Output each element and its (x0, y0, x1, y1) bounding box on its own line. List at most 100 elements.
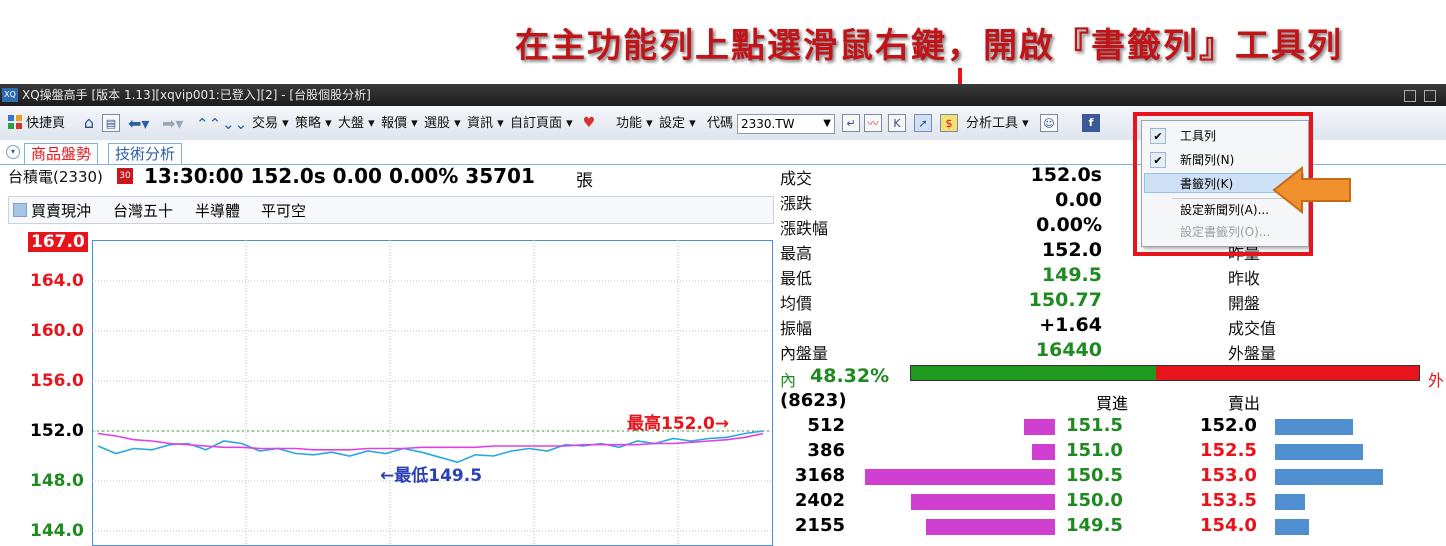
code-input[interactable]: 2330.TW ▼ (737, 114, 835, 134)
quote-time: 13:30:00 (144, 164, 244, 188)
attribute-bar: 買賣現沖 台灣五十 半導體 平可空 (8, 196, 774, 224)
menu-market[interactable]: 大盤 ▾ (338, 115, 375, 133)
y-tick: 160.0 (30, 321, 84, 341)
analysis-tools-menu[interactable]: 分析工具 ▾ (966, 115, 1029, 133)
bid-volume: 512 (807, 415, 845, 436)
back-arrow-icon[interactable]: ⬅▾ (128, 115, 149, 133)
facebook-icon[interactable]: f (1082, 114, 1100, 132)
favorite-icon[interactable]: ♥ (580, 114, 598, 132)
quick-page-button[interactable]: 快捷頁 (26, 115, 65, 133)
stock-summary: 13:30:00 152.0s 0.00 0.00% 35701 (144, 164, 535, 188)
quote-label: 均價 (780, 294, 813, 313)
menu-trade[interactable]: 交易 ▾ (252, 115, 289, 133)
inner-fill (911, 366, 1157, 380)
cursor-icon[interactable]: ➚ (914, 114, 932, 132)
quote-label: 開盤 (1228, 294, 1261, 313)
window-title-bar: XQ XQ操盤高手 [版本 1.13][xqvip001:已登入][2] - [… (0, 84, 1446, 106)
window-title: XQ操盤高手 [版本 1.13][xqvip001:已登入][2] - [台股個… (22, 88, 371, 102)
attribute-tag: 台灣五十 (113, 202, 174, 220)
quote-label: 成交值 (1228, 319, 1277, 338)
menu-strategy[interactable]: 策略 ▾ (295, 115, 332, 133)
user-icon[interactable]: ☺ (1040, 114, 1058, 132)
ask-volume-bar (1275, 469, 1383, 485)
code-value: 2330.TW (741, 117, 795, 131)
checkbox-icon[interactable] (13, 203, 27, 217)
menu-label: 選股 (424, 116, 451, 131)
quote-value: 0.00 (1055, 189, 1102, 211)
bid-price: 151.5 (1066, 415, 1123, 436)
quote-label: 昨收 (1228, 269, 1261, 288)
intraday-chart: 最高152.0→ ←最低149.5 (92, 240, 773, 546)
bid-price: 151.0 (1066, 440, 1123, 461)
page-up-icon[interactable]: ⌃⌃ (196, 115, 221, 133)
restore-icon[interactable] (1424, 90, 1436, 102)
bid-volume-bar (1024, 419, 1055, 435)
enter-icon[interactable]: ↵ (842, 114, 860, 132)
quote-change: 0.00 (332, 164, 382, 188)
minimize-icon[interactable] (1404, 90, 1416, 102)
quote-value: +1.64 (1039, 314, 1102, 336)
tab-overview[interactable]: 商品盤勢 (24, 143, 99, 164)
menu-custom-page[interactable]: 自訂頁面 ▾ (510, 115, 573, 133)
attribute-tag: 半導體 (195, 202, 241, 220)
stock-name: 台積電(2330) (8, 168, 103, 186)
inner-label: 內 (780, 371, 797, 390)
y-tick: 164.0 (30, 271, 84, 291)
ask-price: 152.0 (1200, 415, 1257, 436)
ask-price: 153.5 (1200, 490, 1257, 511)
line-chart-icon[interactable]: 〰 (864, 114, 882, 132)
attribute-tag: 平可空 (261, 202, 307, 220)
menu-settings[interactable]: 設定 ▾ (659, 115, 696, 133)
ask-price: 154.0 (1200, 515, 1257, 536)
menu-function[interactable]: 功能 ▾ (616, 115, 653, 133)
dollar-icon[interactable]: $ (940, 114, 958, 132)
y-tick: 152.0 (30, 421, 84, 441)
quote-label: 漲跌幅 (780, 219, 829, 238)
bid-volume: 2402 (794, 490, 845, 511)
forward-arrow-icon[interactable]: ➡▾ (162, 115, 183, 133)
bid-volume: 386 (807, 440, 845, 461)
outer-label: 外 (1428, 371, 1445, 390)
ask-volume-bar (1275, 419, 1353, 435)
menu-label: 交易 (252, 116, 279, 131)
menu-screener[interactable]: 選股 ▾ (424, 115, 461, 133)
menu-info[interactable]: 資訊 ▾ (467, 115, 504, 133)
pointer-arrow-icon (1272, 166, 1351, 214)
grid-icon[interactable] (6, 114, 24, 132)
quote-price: 152.0s (250, 164, 326, 188)
quote-value: 152.0 (1041, 239, 1102, 261)
quote-change-pct: 0.00% (388, 164, 459, 188)
ask-volume-bar (1275, 494, 1305, 510)
page-down-icon[interactable]: ⌄⌄ (222, 115, 247, 133)
home-icon[interactable]: ⌂ (80, 114, 98, 132)
app-logo-icon: XQ (2, 88, 18, 102)
quote-volume: 35701 (465, 164, 535, 188)
quote-label: 最高 (780, 244, 813, 263)
menu-quote[interactable]: 報價 ▾ (381, 115, 418, 133)
menu-label: 大盤 (338, 116, 365, 131)
tab-technical[interactable]: 技術分析 (108, 143, 183, 164)
chevron-down-icon[interactable]: ▼ (823, 115, 831, 133)
quote-value: 0.00% (1036, 214, 1102, 236)
menu-label: 策略 (295, 116, 322, 131)
bid-price: 149.5 (1066, 515, 1123, 536)
ask-volume-bar (1275, 519, 1310, 535)
page-icon[interactable]: ▤ (102, 114, 120, 132)
k-chart-icon[interactable]: K (888, 114, 906, 132)
ask-price: 152.5 (1200, 440, 1257, 461)
bid-volume-bar (925, 519, 1055, 535)
ask-price: 153.0 (1200, 465, 1257, 486)
attribute-tag: 買賣現沖 (31, 202, 92, 220)
y-tick: 148.0 (30, 471, 84, 491)
bid-volume: 3168 (794, 465, 845, 486)
bid-price: 150.5 (1066, 465, 1123, 486)
bid-price: 150.0 (1066, 490, 1123, 511)
collapse-icon[interactable]: ▾ (6, 145, 20, 159)
volume-unit: 張 (576, 171, 593, 191)
bid-volume: 2155 (794, 515, 845, 536)
ask-header: 賣出 (1228, 394, 1261, 413)
bid-volume-bar (910, 494, 1055, 510)
menu-label: 功能 (616, 116, 643, 131)
inner-pct: 48.32% (810, 365, 890, 387)
quote-label: 最低 (780, 269, 813, 288)
